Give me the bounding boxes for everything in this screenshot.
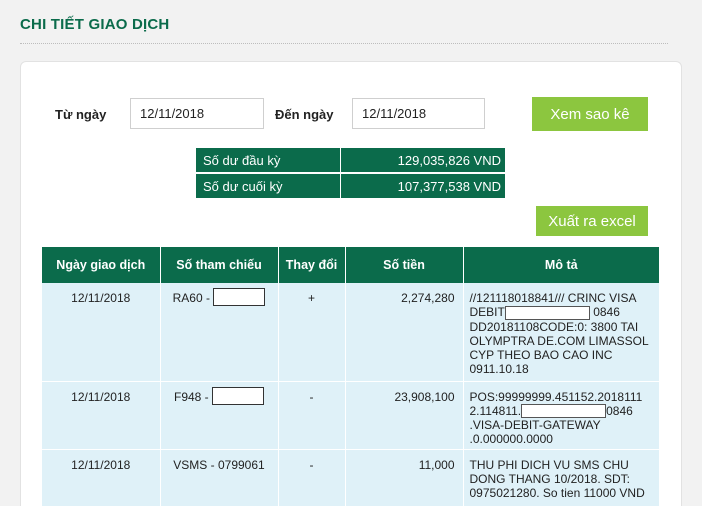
col-header-amount[interactable]: Số tiền <box>345 247 464 283</box>
cell-description: THU PHI DICH VU SMS CHU DONG THANG 10/20… <box>463 449 659 506</box>
redacted-box <box>504 305 590 320</box>
view-statement-button[interactable]: Xem sao kê <box>532 97 648 131</box>
desc-line: DEBIT 0846 <box>470 305 656 320</box>
cell-amount: 11,000 <box>345 449 464 506</box>
cell-ref: RA60 - <box>160 283 279 382</box>
desc-text: DEBIT <box>469 305 505 319</box>
desc-line: THU PHI DICH VU SMS CHU <box>469 457 629 472</box>
desc-text: 2.114811. <box>469 403 522 418</box>
opening-balance-value: 129,035,826 VND <box>397 152 501 168</box>
from-date-input[interactable] <box>130 98 264 129</box>
redacted-box <box>521 404 607 419</box>
desc-line: DONG THANG 10/2018. SDT: <box>469 471 631 486</box>
cell-amount: 23,908,100 <box>345 381 464 450</box>
title-divider <box>20 43 668 44</box>
table-header-row: Ngày giao dịch Số tham chiếu Thay đổi Số… <box>42 247 659 283</box>
closing-balance-row: Số dư cuối kỳ 107,377,538 VND <box>196 174 505 198</box>
ref-text: RA60 - <box>172 291 210 305</box>
col-header-description[interactable]: Mô tả <box>463 247 659 283</box>
desc-text: 0846 <box>606 403 633 418</box>
ref-text: F948 - <box>173 389 209 404</box>
col-header-change[interactable]: Thay đổi <box>278 247 346 283</box>
cell-amount: 2,274,280 <box>345 283 464 382</box>
table-row[interactable]: 12/11/2018 RA60 - + 2,274,280 //12111801… <box>42 283 659 382</box>
to-date-label: Đến ngày <box>275 107 334 122</box>
opening-balance-label: Số dư đầu kỳ <box>196 148 341 172</box>
redacted-box <box>212 386 265 405</box>
from-date-label: Từ ngày <box>55 107 107 122</box>
desc-line: 2.114811. 0846 <box>470 404 656 419</box>
table-row[interactable]: 12/11/2018 F948 - - 23,908,100 POS:99999… <box>42 381 659 450</box>
cell-description: //121118018841/// CRINC VISA DEBIT 0846 … <box>463 283 659 382</box>
cell-date: 12/11/2018 <box>42 449 161 506</box>
desc-line: 0975021280. So tien 11000 VND <box>469 485 645 500</box>
desc-line: .0.000000.0000 <box>469 432 553 447</box>
export-excel-button[interactable]: Xuất ra excel <box>536 206 648 236</box>
desc-line: DD20181108CODE:0: 3800 TAI <box>469 319 639 334</box>
closing-balance-value: 107,377,538 VND <box>397 178 501 194</box>
opening-balance-row: Số dư đầu kỳ 129,035,826 VND <box>196 148 505 172</box>
to-date-input[interactable] <box>352 98 485 129</box>
cell-ref: F948 - <box>160 381 279 450</box>
page-title: CHI TIẾT GIAO DỊCH <box>20 16 170 33</box>
desc-line: OLYMPTRA DE.COM LIMASSOL <box>469 333 649 348</box>
cell-change: - <box>278 449 346 506</box>
redacted-box <box>213 288 266 307</box>
desc-line: //121118018841/// CRINC VISA <box>469 291 637 305</box>
cell-change: - <box>278 381 346 450</box>
cell-change: + <box>278 283 346 382</box>
desc-line: CYP THEO BAO CAO INC <box>469 347 613 362</box>
cell-date: 12/11/2018 <box>42 283 161 382</box>
desc-line: 0911.10.18 <box>469 361 529 376</box>
desc-text: 0846 <box>593 305 620 319</box>
closing-balance-label: Số dư cuối kỳ <box>196 174 341 198</box>
table-row[interactable]: 12/11/2018 VSMS - 0799061 - 11,000 THU P… <box>42 449 659 506</box>
cell-description: POS:99999999.451152.2018111 2.114811. 084… <box>463 381 659 450</box>
cell-date: 12/11/2018 <box>42 381 161 450</box>
desc-line: POS:99999999.451152.2018111 <box>469 389 643 404</box>
desc-line: .VISA-DEBIT-GATEWAY <box>469 418 601 433</box>
col-header-ref[interactable]: Số tham chiếu <box>160 247 279 283</box>
cell-ref: VSMS - 0799061 <box>160 449 279 506</box>
transactions-table: Ngày giao dịch Số tham chiếu Thay đổi Số… <box>42 247 659 506</box>
col-header-date[interactable]: Ngày giao dịch <box>42 247 161 283</box>
